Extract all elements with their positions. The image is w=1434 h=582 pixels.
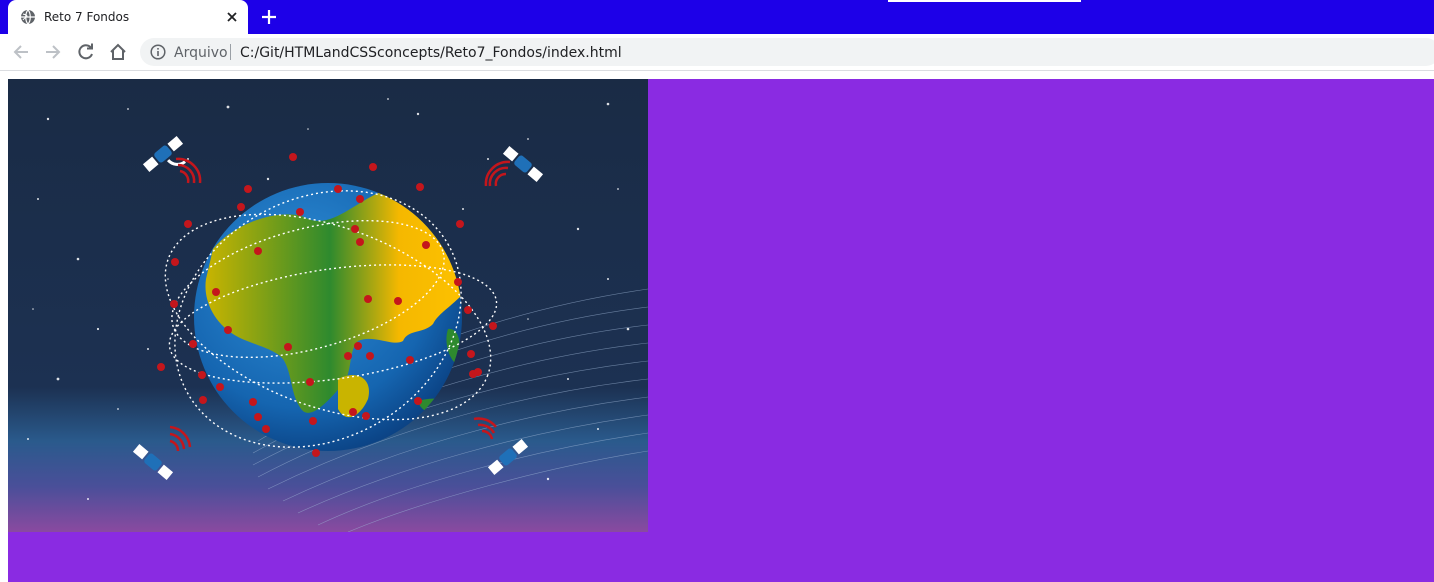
globe-icon [21,9,35,25]
url-text[interactable]: C:/Git/HTMLandCSSconcepts/Reto7_Fondos/i… [240,45,622,61]
arrow-right-icon[interactable] [43,42,63,62]
tab-title: Reto 7 Fondos [44,10,130,24]
arrow-left-icon[interactable] [11,42,31,62]
browser-tab[interactable]: Reto 7 Fondos [8,0,248,34]
file-scheme-label[interactable]: Arquivo [174,45,228,61]
earth-satellites-illustration [8,79,648,532]
new-tab-plus-icon[interactable] [259,7,279,27]
reload-icon[interactable] [76,42,96,62]
close-icon[interactable] [224,9,240,25]
info-icon[interactable] [150,44,166,60]
home-icon[interactable] [108,42,128,62]
tab-strip-marker [888,0,1081,2]
omnibox-separator [230,44,231,60]
